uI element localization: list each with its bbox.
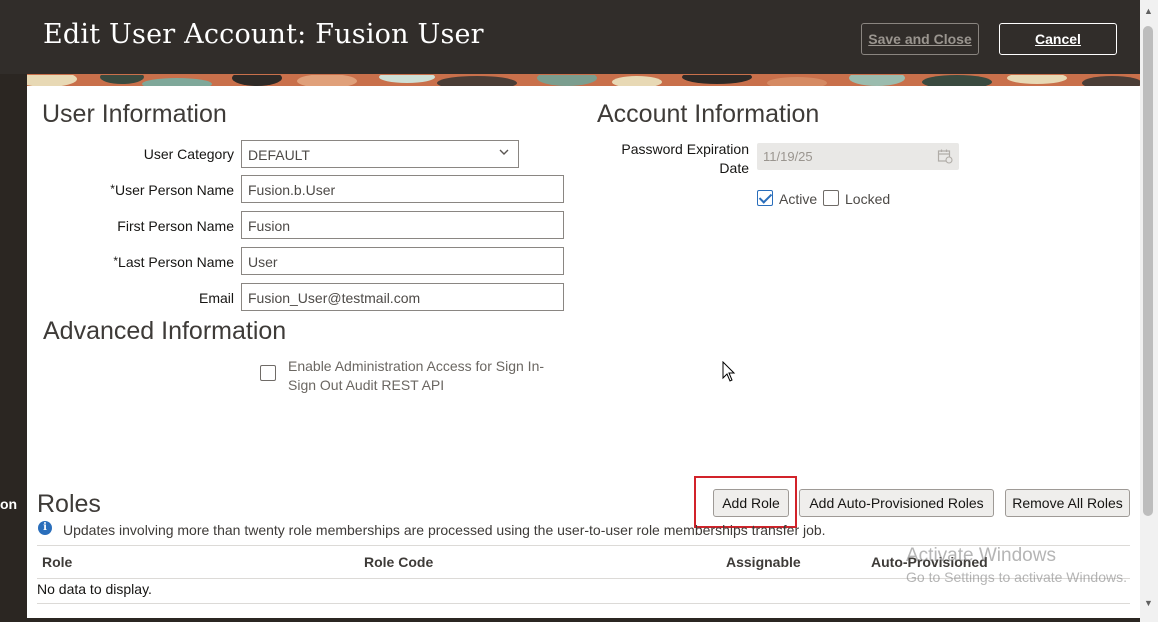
taskbar-edge [0, 618, 1140, 622]
user-category-label: User Category [143, 146, 234, 162]
column-header-role-code[interactable]: Role Code [364, 554, 433, 570]
chevron-down-icon [498, 146, 510, 161]
last-person-name-input[interactable]: User [241, 247, 564, 275]
remove-all-roles-button[interactable]: Remove All Roles [1005, 489, 1130, 517]
locked-checkbox[interactable] [823, 190, 839, 206]
password-expiration-value: 11/19/25 [763, 149, 813, 164]
user-category-value: DEFAULT [248, 147, 310, 163]
column-header-assignable[interactable]: Assignable [726, 554, 801, 570]
info-icon: i [38, 521, 52, 535]
cancel-button[interactable]: Cancel [999, 23, 1117, 55]
last-person-name-label: *Last Person Name [34, 254, 234, 270]
admin-access-label-line1: Enable Administration Access for Sign In… [288, 358, 545, 374]
scroll-up-arrow-icon[interactable]: ▲ [1144, 6, 1153, 16]
password-expiration-date-input: 11/19/25 [757, 143, 959, 170]
roles-heading: Roles [37, 490, 101, 518]
dialog-header: Edit User Account: Fusion User Save and … [0, 0, 1140, 74]
active-label: Active [779, 191, 818, 207]
locked-label: Locked [845, 191, 891, 207]
advanced-information-heading: Advanced Information [43, 317, 287, 345]
table-empty-message: No data to display. [37, 581, 152, 597]
column-header-role[interactable]: Role [42, 554, 72, 570]
last-person-name-label-text: Last Person Name [118, 254, 234, 270]
save-and-close-button[interactable]: Save and Close [861, 23, 979, 55]
table-bottom-divider [37, 603, 1130, 604]
first-person-name-input[interactable]: Fusion [241, 211, 564, 239]
mouse-cursor-icon [722, 361, 736, 382]
user-category-select[interactable]: DEFAULT [241, 140, 519, 168]
activate-windows-watermark: Activate Windows [906, 545, 1056, 566]
add-auto-provisioned-roles-button[interactable]: Add Auto-Provisioned Roles [799, 489, 994, 517]
scroll-down-arrow-icon[interactable]: ▼ [1144, 598, 1153, 608]
page-title: Edit User Account: Fusion User [43, 19, 484, 50]
vertical-scrollbar[interactable]: ▲ ▼ [1140, 0, 1158, 622]
admin-access-label: Enable Administration Access for Sign In… [288, 357, 568, 395]
scroll-thumb[interactable] [1143, 26, 1153, 516]
admin-access-label-line2: Sign Out Audit REST API [288, 377, 445, 393]
active-checkbox[interactable] [757, 190, 773, 206]
admin-access-checkbox[interactable] [260, 365, 276, 381]
background-page-strip: on [0, 0, 27, 622]
roles-info-message: Updates involving more than twenty role … [63, 522, 826, 538]
user-person-name-label-text: User Person Name [114, 182, 234, 198]
banner-pattern [27, 74, 1140, 86]
first-person-name-label: First Person Name [117, 218, 234, 234]
background-clipped-text: on [0, 496, 18, 512]
email-label: Email [198, 290, 234, 306]
user-information-heading: User Information [42, 100, 227, 128]
account-information-heading: Account Information [597, 100, 820, 128]
calendar-icon [937, 149, 953, 164]
email-input[interactable]: Fusion_User@testmail.com [241, 283, 564, 311]
user-person-name-input[interactable]: Fusion.b.User [241, 175, 564, 203]
activate-windows-watermark-sub: Go to Settings to activate Windows. [906, 569, 1127, 585]
password-expiration-label: Password Expiration [621, 141, 749, 157]
password-expiration-label-date: Date [719, 160, 749, 176]
add-role-highlight-box [694, 476, 797, 528]
decorative-banner [27, 74, 1140, 86]
user-person-name-label: *User Person Name [34, 182, 234, 198]
